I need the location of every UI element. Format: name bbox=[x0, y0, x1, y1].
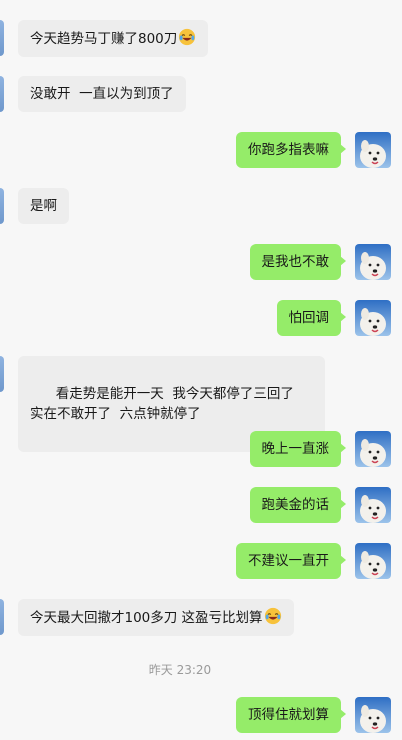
message-text: 晚上一直涨 bbox=[261, 441, 330, 457]
chat-message-list[interactable]: 今天趋势马丁赚了800刀 没敢开 一直以为到顶了 你跑多指表嘛 是啊 是我也不敢 bbox=[0, 0, 402, 740]
message-text: 是啊 bbox=[30, 198, 57, 214]
dog-avatar-icon bbox=[355, 244, 391, 280]
incoming-message-bubble[interactable]: 没敢开 一直以为到顶了 bbox=[18, 76, 186, 112]
outgoing-message-bubble[interactable]: 怕回调 bbox=[276, 300, 346, 336]
my-avatar[interactable] bbox=[355, 487, 391, 523]
contact-avatar[interactable] bbox=[0, 356, 4, 392]
dog-avatar-icon bbox=[355, 300, 391, 336]
contact-avatar[interactable] bbox=[0, 599, 4, 635]
outgoing-message-bubble[interactable]: 顶得住就划算 bbox=[236, 697, 346, 733]
outgoing-message-bubble[interactable]: 不建议一直开 bbox=[236, 543, 346, 579]
outgoing-message-bubble[interactable]: 是我也不敢 bbox=[249, 244, 346, 280]
message-text: 没敢开 一直以为到顶了 bbox=[30, 86, 174, 102]
message-text: 今天最大回撤才100多刀 这盈亏比划算 bbox=[30, 610, 263, 626]
outgoing-message-bubble[interactable]: 你跑多指表嘛 bbox=[236, 132, 346, 168]
message-timestamp: 昨天 23:20 bbox=[148, 663, 212, 677]
outgoing-message-bubble[interactable]: 跑美金的话 bbox=[249, 487, 346, 523]
dog-avatar-icon bbox=[355, 431, 391, 467]
laugh-cry-emoji-icon bbox=[264, 607, 281, 625]
my-avatar[interactable] bbox=[355, 244, 391, 280]
dog-avatar-icon bbox=[355, 543, 391, 579]
message-text: 不建议一直开 bbox=[248, 553, 329, 569]
incoming-message-bubble[interactable]: 是啊 bbox=[18, 188, 69, 224]
contact-avatar[interactable] bbox=[0, 188, 4, 224]
message-text: 看走势是能开一天 我今天都停了三回了 实在不敢开了 六点钟就停了 bbox=[30, 386, 303, 422]
my-avatar[interactable] bbox=[355, 132, 391, 168]
contact-avatar[interactable] bbox=[0, 76, 4, 112]
contact-avatar[interactable] bbox=[0, 20, 4, 56]
my-avatar[interactable] bbox=[355, 697, 391, 733]
message-text: 怕回调 bbox=[288, 310, 330, 326]
message-text: 顶得住就划算 bbox=[248, 707, 329, 723]
my-avatar[interactable] bbox=[355, 300, 391, 336]
laugh-cry-emoji-icon bbox=[179, 28, 196, 46]
incoming-message-bubble[interactable]: 今天最大回撤才100多刀 这盈亏比划算 bbox=[18, 599, 294, 636]
dog-avatar-icon bbox=[355, 697, 391, 733]
my-avatar[interactable] bbox=[355, 431, 391, 467]
incoming-message-bubble[interactable]: 今天趋势马丁赚了800刀 bbox=[18, 20, 209, 57]
message-text: 是我也不敢 bbox=[261, 254, 330, 270]
message-text: 今天趋势马丁赚了800刀 bbox=[30, 31, 178, 47]
message-text: 跑美金的话 bbox=[261, 497, 330, 513]
outgoing-message-bubble[interactable]: 晚上一直涨 bbox=[249, 431, 346, 467]
message-text: 你跑多指表嘛 bbox=[248, 142, 329, 158]
dog-avatar-icon bbox=[355, 487, 391, 523]
dog-avatar-icon bbox=[355, 132, 391, 168]
my-avatar[interactable] bbox=[355, 543, 391, 579]
